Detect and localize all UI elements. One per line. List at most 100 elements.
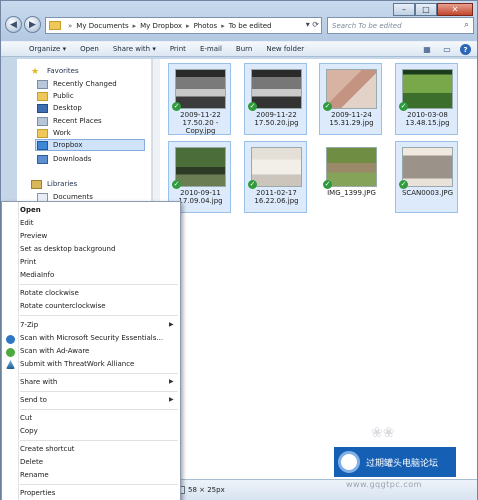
search-icon[interactable]: ⌕ [464,20,469,30]
menu-item-rotate-counterclockwise[interactable]: Rotate counterclockwise [20,301,106,312]
chevron-right-icon: ▸ [221,21,225,30]
file-name: SCAN0003.JPG [396,189,459,197]
file-item[interactable]: ✓ 2009-11-22 17.50.20 - Copy.jpg [168,63,231,135]
chevron-right-icon: » [68,21,73,30]
watermark-logo-icon [338,451,360,473]
thumbnail-image [251,147,302,187]
maximize-button[interactable]: □ [415,3,437,16]
status-bar: 58 × 25px [152,479,477,500]
file-item[interactable]: ✓ 2010-03-08 13.48.15.jpg [395,63,458,135]
menu-separator [20,391,178,392]
file-name-line: 2009-11-24 [331,111,372,119]
share-with-button[interactable]: Share with ▾ [113,45,156,53]
file-item[interactable]: ✓ SCAN0003.JPG [395,141,458,213]
sync-check-icon: ✓ [399,102,408,111]
new-folder-button[interactable]: New folder [266,45,304,53]
sidebar-item-label: Public [53,92,74,100]
sidebar-item-downloads[interactable]: Downloads [37,153,91,165]
context-menu: Open Edit Preview Set as desktop backgro… [1,201,181,500]
help-icon[interactable]: ? [460,44,471,55]
organize-button[interactable]: Organize ▾ [29,45,66,53]
file-name-line: 13.48.15.jpg [405,119,450,127]
sync-check-icon: ✓ [248,180,257,189]
status-dimensions: 58 × 25px [188,486,225,494]
menu-item-threatwork[interactable]: Submit with ThreatWork Alliance [20,359,134,370]
sidebar-item-recently-changed[interactable]: Recently Changed [37,78,117,90]
breadcrumb-to-be-edited[interactable]: To be edited [229,22,272,30]
search-placeholder: Search To be edited [332,21,402,30]
file-name: IMG_1399.JPG [320,189,383,197]
sidebar-libraries[interactable]: Libraries [31,178,77,190]
chevron-right-icon: ▸ [186,21,190,30]
file-name-line: IMG_1399.JPG [327,189,376,197]
menu-item-copy[interactable]: Copy [20,426,38,437]
menu-separator [20,284,178,285]
sidebar-item-recent-places[interactable]: Recent Places [37,115,102,127]
menu-item-create-shortcut[interactable]: Create shortcut [20,444,75,455]
menu-separator [20,315,178,316]
sync-check-icon: ✓ [323,102,332,111]
address-bar[interactable]: » My Documents ▸ My Dropbox ▸ Photos ▸ T… [45,17,322,34]
burn-button[interactable]: Burn [236,45,252,53]
menu-item-scan-mse[interactable]: Scan with Microsoft Security Essentials.… [20,333,163,344]
file-item[interactable]: ✓ 2009-11-24 15.31.29.jpg [319,63,382,135]
sidebar-item-work[interactable]: Work [37,127,71,139]
file-name: 2010-03-08 13.48.15.jpg [396,111,459,127]
menu-item-preview[interactable]: Preview [20,231,47,242]
forward-button[interactable]: ▶ [24,16,41,33]
minimize-button[interactable]: – [393,3,415,16]
search-input[interactable]: Search To be edited ⌕ [327,17,474,34]
menu-item-scan-adaware[interactable]: Scan with Ad-Aware [20,346,89,357]
thumbnail-image [251,69,302,109]
menu-item-properties[interactable]: Properties [20,488,55,499]
nav-buttons: ◀ ▶ [5,16,43,33]
menu-item-print[interactable]: Print [20,257,36,268]
file-item[interactable]: ✓ 2011-02-17 16.22.06.jpg [244,141,307,213]
sidebar-item-dropbox[interactable]: Dropbox [35,139,145,151]
print-button[interactable]: Print [170,45,186,53]
breadcrumb-my-documents[interactable]: My Documents [76,22,128,30]
file-item[interactable]: ✓ IMG_1399.JPG [319,141,382,213]
back-button[interactable]: ◀ [5,16,22,33]
menu-item-open[interactable]: Open [20,205,41,216]
email-button[interactable]: E-mail [200,45,222,53]
recently-changed-icon [37,79,48,89]
sidebar-favorites[interactable]: ★ Favorites [31,65,79,77]
sidebar-item-label: Desktop [53,104,82,112]
menu-item-rename[interactable]: Rename [20,470,49,481]
menu-item-cut[interactable]: Cut [20,413,32,424]
threatwork-icon [6,360,15,369]
file-name-line: 2009-11-22 [180,111,221,119]
menu-item-share-with[interactable]: Share with [20,377,57,388]
submenu-arrow-icon: ▶ [169,321,174,328]
menu-item-delete[interactable]: Delete [20,457,43,468]
refresh-icon[interactable]: ▾ ⟳ [306,20,319,29]
menu-item-edit[interactable]: Edit [20,218,34,229]
menu-item-7zip[interactable]: 7-Zip [20,320,38,331]
sidebar-item-label: Dropbox [53,141,83,149]
menu-item-set-desktop-background[interactable]: Set as desktop background [20,244,115,255]
view-controls: ▦ ▭ ? [414,44,471,55]
menu-separator [20,440,178,441]
close-button[interactable]: ✕ [437,3,473,16]
menu-item-send-to[interactable]: Send to [20,395,47,406]
breadcrumb-photos[interactable]: Photos [194,22,218,30]
menu-separator [20,409,178,410]
file-name-line: 16.22.06.jpg [254,197,299,205]
preview-pane-icon[interactable]: ▭ [440,44,454,55]
open-button[interactable]: Open [80,45,99,53]
watermark-url: www.gqgtpc.com [346,480,422,489]
thumbnail-image [326,147,377,187]
file-item[interactable]: ✓ 2009-11-22 17.50.20.jpg [244,63,307,135]
sidebar-item-desktop[interactable]: Desktop [37,102,82,114]
sidebar-item-public[interactable]: Public [37,90,74,102]
breadcrumb-my-dropbox[interactable]: My Dropbox [140,22,182,30]
file-name-line: 2009-11-22 [256,111,297,119]
menu-item-mediainfo[interactable]: MediaInfo [20,270,54,281]
sidebar-item-label: Recently Changed [53,80,117,88]
menu-item-rotate-clockwise[interactable]: Rotate clockwise [20,288,79,299]
view-options-icon[interactable]: ▦ [420,44,434,55]
thumbnail-image [326,69,377,109]
nav-pane-scrollbar[interactable] [152,59,160,209]
sidebar-favorites-label: Favorites [47,67,79,75]
